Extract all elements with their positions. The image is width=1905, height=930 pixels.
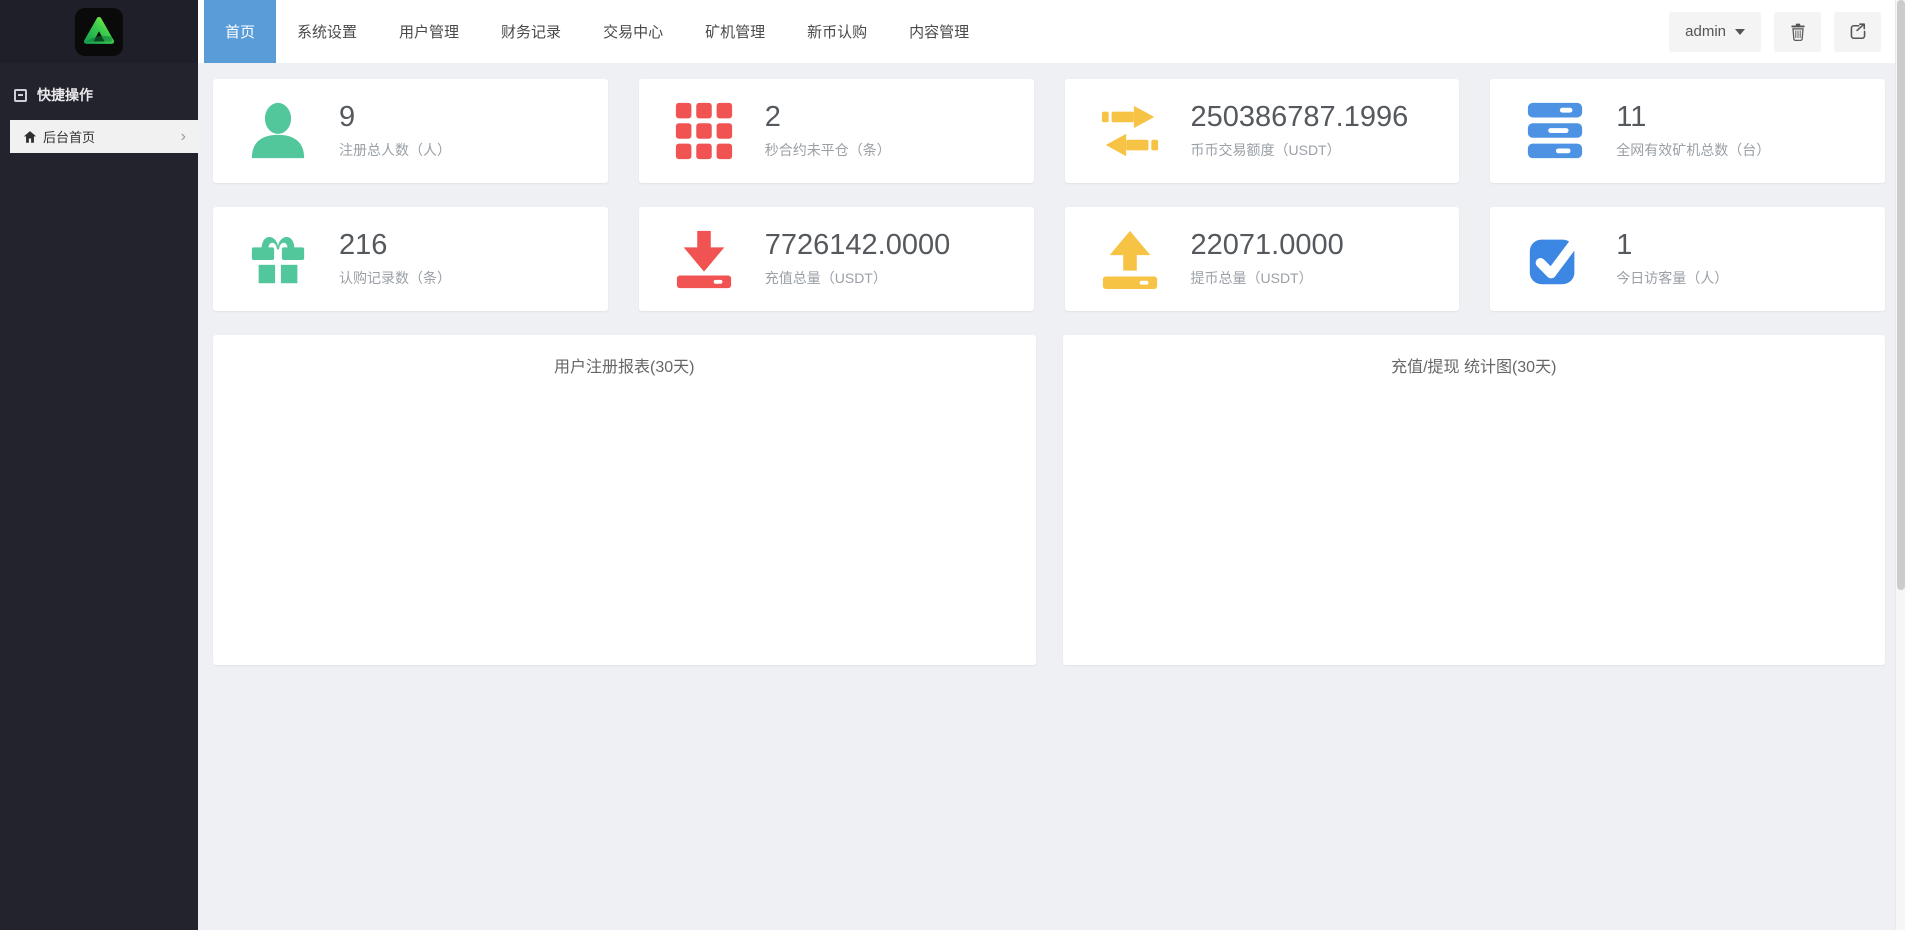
download-icon [676,230,731,289]
panel-user-registration-chart: 用户注册报表(30天) [213,335,1036,665]
stat-card-total-withdrawals: 22071.0000 提币总量（USDT） [1064,207,1460,311]
chart-panels: 用户注册报表(30天) 充值/提现 统计图(30天) [198,311,1905,665]
nav-tabs: 首页 系统设置 用户管理 财务记录 交易中心 矿机管理 新币认购 内容管理 [204,0,990,63]
stat-label: 注册总人数（人） [339,142,451,159]
stat-label: 认购记录数（条） [339,270,451,287]
admin-username: admin [1685,23,1726,40]
sidebar-section-header: 快捷操作 [0,75,198,115]
gift-icon [251,236,305,284]
home-icon [23,130,37,143]
stat-card-trade-volume: 250386787.1996 币币交易额度（USDT） [1064,79,1460,183]
stat-value: 1 [1616,228,1633,261]
stat-card-registered-users: 9 注册总人数（人） [213,79,608,183]
stat-card-total-deposits: 7726142.0000 充值总量（USDT） [638,207,1034,311]
app-logo[interactable] [75,7,123,56]
logo-area [0,0,198,63]
stat-cards-grid: 9 注册总人数（人） 2 秒合约未平仓（条） 250386787.1996 币币… [198,63,1905,311]
stat-card-subscription-records: 216 认购记录数（条） [213,207,608,311]
stat-label: 币币交易额度（USDT） [1190,142,1341,159]
vertical-scrollbar-thumb[interactable] [1897,0,1905,590]
sidebar-section-title: 快捷操作 [37,87,93,103]
stat-value: 216 [339,228,388,261]
check-square-icon [1530,233,1583,285]
panel-title: 用户注册报表(30天) [554,359,695,376]
chevron-right-icon: › [180,127,186,145]
stat-value: 250386787.1996 [1190,100,1409,133]
grid-icon [675,102,732,160]
admin-user-dropdown[interactable]: admin [1669,11,1761,52]
tab-new-coin-subscription[interactable]: 新币认购 [786,0,888,63]
panel-deposit-withdraw-chart: 充值/提现 统计图(30天) [1062,335,1885,665]
panel-title: 充值/提现 统计图(30天) [1391,359,1557,376]
stat-value: 11 [1616,100,1647,133]
chevron-down-icon [1735,28,1745,35]
user-icon [251,102,305,159]
stat-card-active-miners: 11 全网有效矿机总数（台） [1490,79,1885,183]
stat-label: 今日访客量（人） [1616,270,1729,287]
stat-value: 7726142.0000 [764,228,951,261]
logout-button[interactable] [1834,11,1881,52]
tab-system-settings[interactable]: 系统设置 [276,0,378,63]
tab-miner-management[interactable]: 矿机管理 [684,0,786,63]
sidebar-item-label: 后台首页 [43,130,96,145]
navbar-right-controls: admin [1669,0,1905,63]
stat-label: 全网有效矿机总数（台） [1616,142,1771,159]
stat-value: 9 [339,100,356,133]
stat-value: 2 [764,100,781,133]
sidebar: 快捷操作 后台首页 › [0,0,198,930]
tab-finance-records[interactable]: 财务记录 [480,0,582,63]
stat-card-open-contracts: 2 秒合约未平仓（条） [638,79,1034,183]
trash-icon [1790,23,1805,41]
collapse-section-icon[interactable] [14,88,27,102]
brand-a-icon [83,16,115,44]
tab-user-management[interactable]: 用户管理 [378,0,480,63]
stat-card-today-visitors: 1 今日访客量（人） [1490,207,1885,311]
tab-trade-center[interactable]: 交易中心 [582,0,684,63]
upload-icon [1102,230,1157,290]
sidebar-item-home[interactable]: 后台首页 › [10,120,198,153]
stat-value: 22071.0000 [1190,228,1344,261]
logout-icon [1850,22,1865,39]
exchange-icon [1101,105,1158,157]
stat-label: 提币总量（USDT） [1190,270,1313,287]
tab-content-management[interactable]: 内容管理 [888,0,990,63]
stat-label: 秒合约未平仓（条） [764,142,891,159]
main-content: 9 注册总人数（人） 2 秒合约未平仓（条） 250386787.1996 币币… [198,63,1905,930]
tab-home[interactable]: 首页 [204,0,277,63]
clear-cache-button[interactable] [1774,11,1821,52]
stat-label: 充值总量（USDT） [764,270,887,287]
vertical-scrollbar-track[interactable] [1895,0,1905,930]
server-icon [1528,102,1583,159]
top-navbar: 首页 系统设置 用户管理 财务记录 交易中心 矿机管理 新币认购 内容管理 ad… [198,0,1905,63]
